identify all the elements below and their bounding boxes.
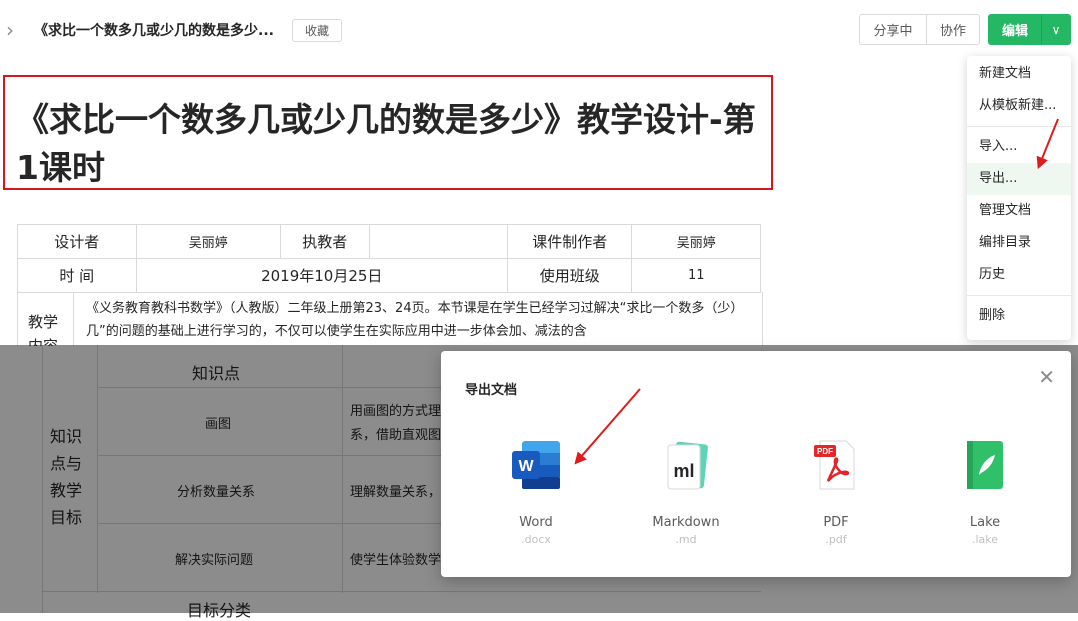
edit-dropdown-button[interactable]: ∨ (1041, 14, 1071, 45)
menu-item-export[interactable]: 导出... (967, 163, 1071, 195)
pdf-icon: PDF (808, 437, 864, 493)
svg-text:PDF: PDF (817, 447, 833, 456)
share-button[interactable]: 分享中 (859, 14, 927, 45)
option-name: PDF (823, 515, 849, 530)
menu-item-delete[interactable]: 删除 (967, 300, 1071, 332)
cell-time: 2019年10月25日 (135, 258, 508, 293)
cell-time-label: 时 间 (17, 258, 137, 293)
svg-text:W: W (518, 458, 534, 475)
edit-button[interactable]: 编辑 (988, 14, 1042, 45)
back-chevron-icon[interactable]: › (6, 18, 14, 42)
cell-class-label: 使用班级 (506, 258, 633, 293)
svg-text:ml: ml (673, 461, 694, 481)
menu-item-import[interactable]: 导入... (967, 131, 1071, 163)
option-ext: .pdf (825, 533, 847, 546)
menu-item-manage[interactable]: 管理文档 (967, 195, 1071, 227)
header-doc-title: 《求比一个数多几或少几的数是多少... (34, 23, 274, 39)
markdown-icon: ml (658, 437, 714, 493)
cell-content-label: 教学内容 (28, 313, 59, 346)
collab-button[interactable]: 协作 (926, 14, 980, 45)
option-ext: .lake (971, 533, 999, 546)
export-option-lake[interactable]: Lake .lake (920, 437, 1050, 546)
page-title: 《求比一个数多几或少几的数是多少》教学设计-第1课时 (16, 100, 756, 187)
menu-item-toc[interactable]: 编排目录 (967, 227, 1071, 259)
cell-maker-label: 课件制作者 (506, 224, 633, 259)
cell-maker: 吴丽婷 (631, 224, 761, 259)
export-option-markdown[interactable]: ml Markdown .md (621, 437, 751, 546)
cell-class: 11 (631, 258, 761, 293)
cell-designer: 吴丽婷 (135, 224, 281, 259)
menu-item-from-template[interactable]: 从模板新建... (967, 90, 1071, 122)
export-option-pdf[interactable]: PDF PDF .pdf (771, 437, 901, 546)
menu-item-new-doc[interactable]: 新建文档 (967, 58, 1071, 90)
lesson-table: 设计者 吴丽婷 执教者 课件制作者 吴丽婷 时 间 2019年10月25日 使用… (17, 224, 761, 293)
option-name: Markdown (652, 515, 720, 530)
cell-designer-label: 设计者 (17, 224, 137, 259)
close-icon[interactable]: ✕ (1038, 365, 1055, 389)
menu-divider (967, 295, 1071, 296)
option-name: Lake (969, 515, 1001, 530)
option-ext: .md (675, 533, 697, 546)
content-row: 教学内容 《义务教育教科书数学》（人教版）二年级上册第23、24页。本节课是在学… (17, 292, 763, 346)
option-name: Word (519, 515, 553, 530)
cell-teacher (368, 224, 508, 259)
menu-item-history[interactable]: 历史 (967, 259, 1071, 291)
edit-dropdown-menu: 新建文档 从模板新建... 导入... 导出... 管理文档 编排目录 历史 删… (967, 56, 1071, 340)
dialog-title: 导出文档 (465, 383, 518, 398)
word-icon: W (508, 437, 564, 493)
cell-content-text: 《义务教育教科书数学》（人教版）二年级上册第23、24页。本节课是在学生已经学习… (86, 301, 744, 339)
export-dialog: 导出文档 ✕ W Word .docx ml Markdown .md PDF … (441, 351, 1071, 577)
favorite-button[interactable]: 收藏 (292, 19, 342, 42)
doc-header: › 《求比一个数多几或少几的数是多少... 收藏 分享中 协作 编辑 ∨ (0, 0, 1078, 62)
chevron-down-icon: ∨ (1051, 22, 1061, 37)
option-ext: .docx (521, 533, 551, 546)
cell-teacher-label: 执教者 (279, 224, 370, 259)
lake-icon (957, 437, 1013, 493)
